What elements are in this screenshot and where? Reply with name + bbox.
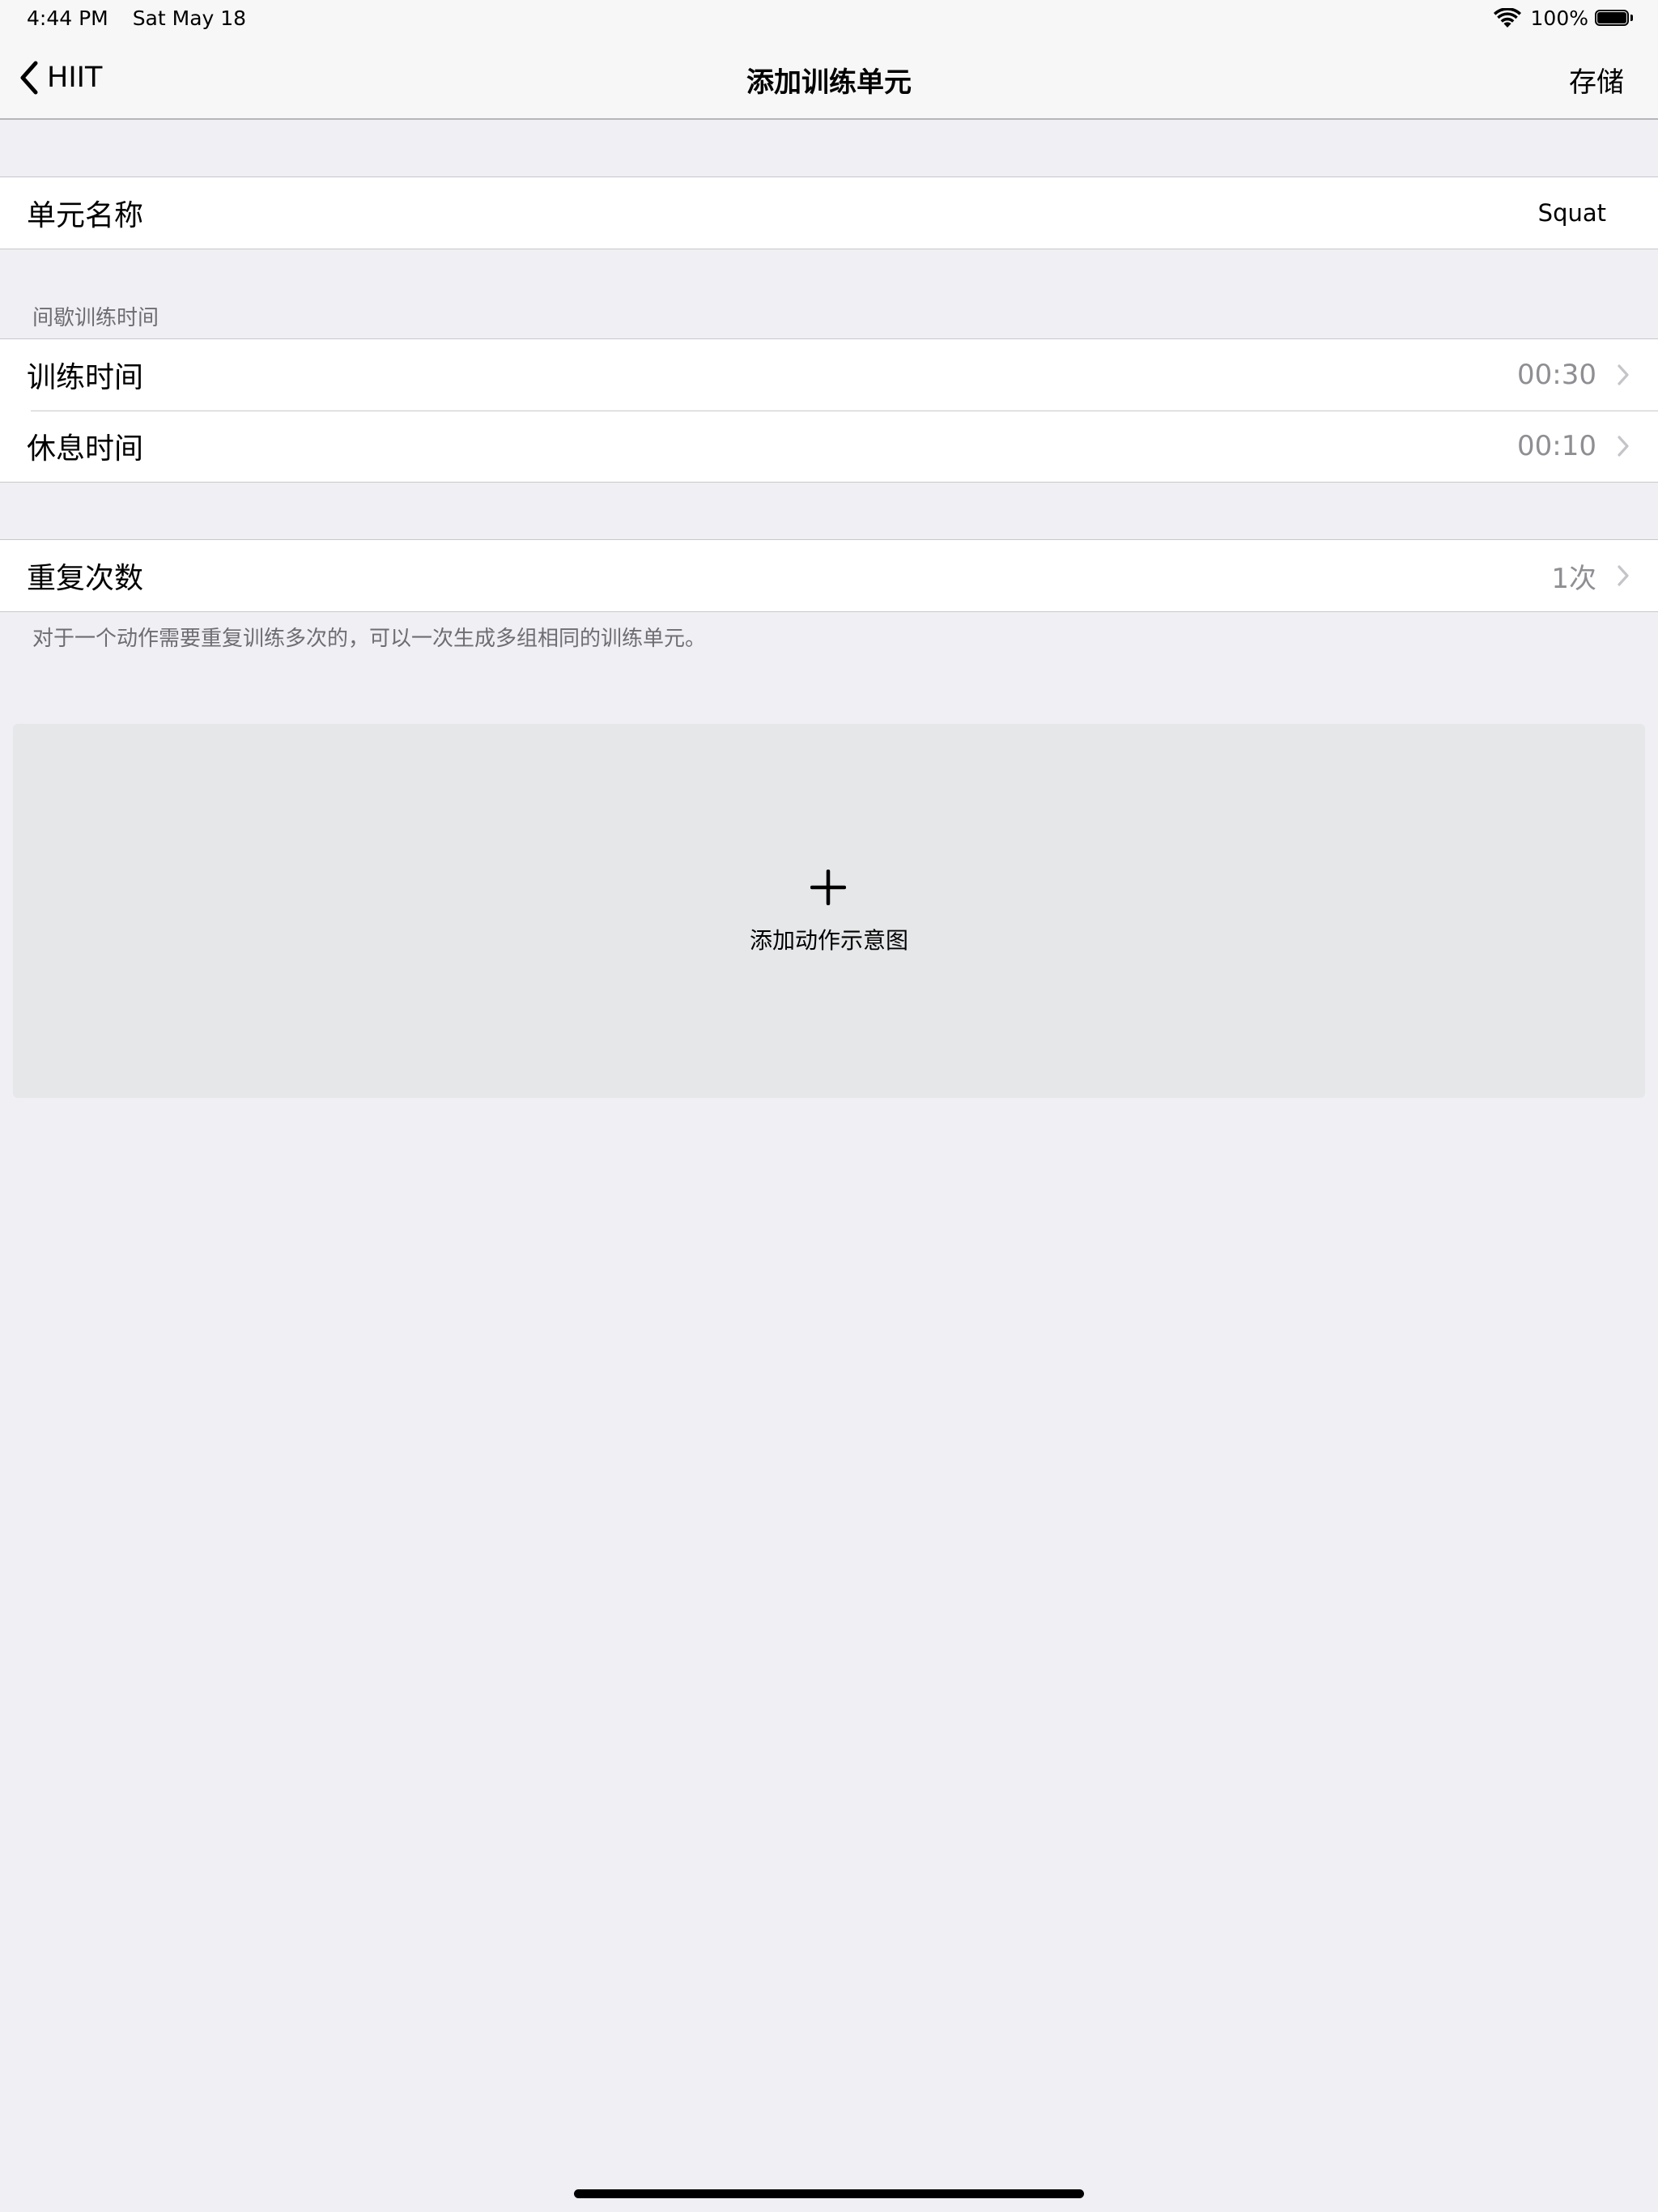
status-time-date: 4:44 PM Sat May 18	[27, 6, 246, 30]
unit-name-value[interactable]: Squat	[1538, 199, 1606, 227]
interval-group: 训练时间 00:30 休息时间 00:10	[0, 338, 1658, 483]
status-indicators: 100%	[1493, 6, 1634, 30]
add-action-image-button[interactable]	[13, 724, 1645, 1098]
chevron-right-icon	[1618, 436, 1629, 457]
unit-name-group: 单元名称 Squat	[0, 177, 1658, 249]
battery-icon	[1595, 9, 1634, 28]
unit-name-label: 单元名称	[27, 199, 144, 232]
training-time-cell[interactable]: 训练时间 00:30	[0, 339, 1658, 410]
repeat-count-cell[interactable]: 重复次数 1次	[0, 540, 1658, 611]
interval-section-header: 间歇训练时间	[32, 306, 159, 330]
status-bar: 4:44 PM Sat May 18 100%	[0, 0, 1658, 39]
unit-name-cell[interactable]: 单元名称 Squat	[0, 177, 1658, 249]
add-action-image-label: 添加动作示意图	[749, 927, 908, 954]
status-time: 4:44 PM	[27, 6, 108, 30]
repeat-section-footer: 对于一个动作需要重复训练多次的，可以一次生成多组相同的训练单元。	[32, 627, 707, 651]
training-time-value: 00:30	[1517, 359, 1596, 391]
repeat-count-value: 1次	[1551, 562, 1596, 595]
status-date: Sat May 18	[132, 6, 247, 30]
rest-time-value: 00:10	[1517, 430, 1596, 462]
battery-fill	[1597, 11, 1626, 23]
rest-time-label: 休息时间	[27, 432, 144, 466]
rest-time-cell[interactable]: 休息时间 00:10	[0, 410, 1658, 482]
plus-icon	[810, 870, 846, 905]
navigation-bar: HIIT 添加训练单元 存储	[0, 39, 1658, 120]
home-indicator[interactable]	[574, 2189, 1084, 2198]
repeat-group: 重复次数 1次	[0, 539, 1658, 612]
wifi-icon	[1493, 7, 1521, 28]
chevron-right-icon	[1618, 364, 1629, 385]
training-time-label: 训练时间	[27, 361, 144, 394]
battery-percent: 100%	[1530, 6, 1588, 30]
repeat-count-label: 重复次数	[27, 562, 144, 595]
page-title: 添加训练单元	[746, 66, 912, 99]
save-button[interactable]: 存储	[1569, 60, 1624, 100]
chevron-right-icon	[1618, 565, 1629, 586]
